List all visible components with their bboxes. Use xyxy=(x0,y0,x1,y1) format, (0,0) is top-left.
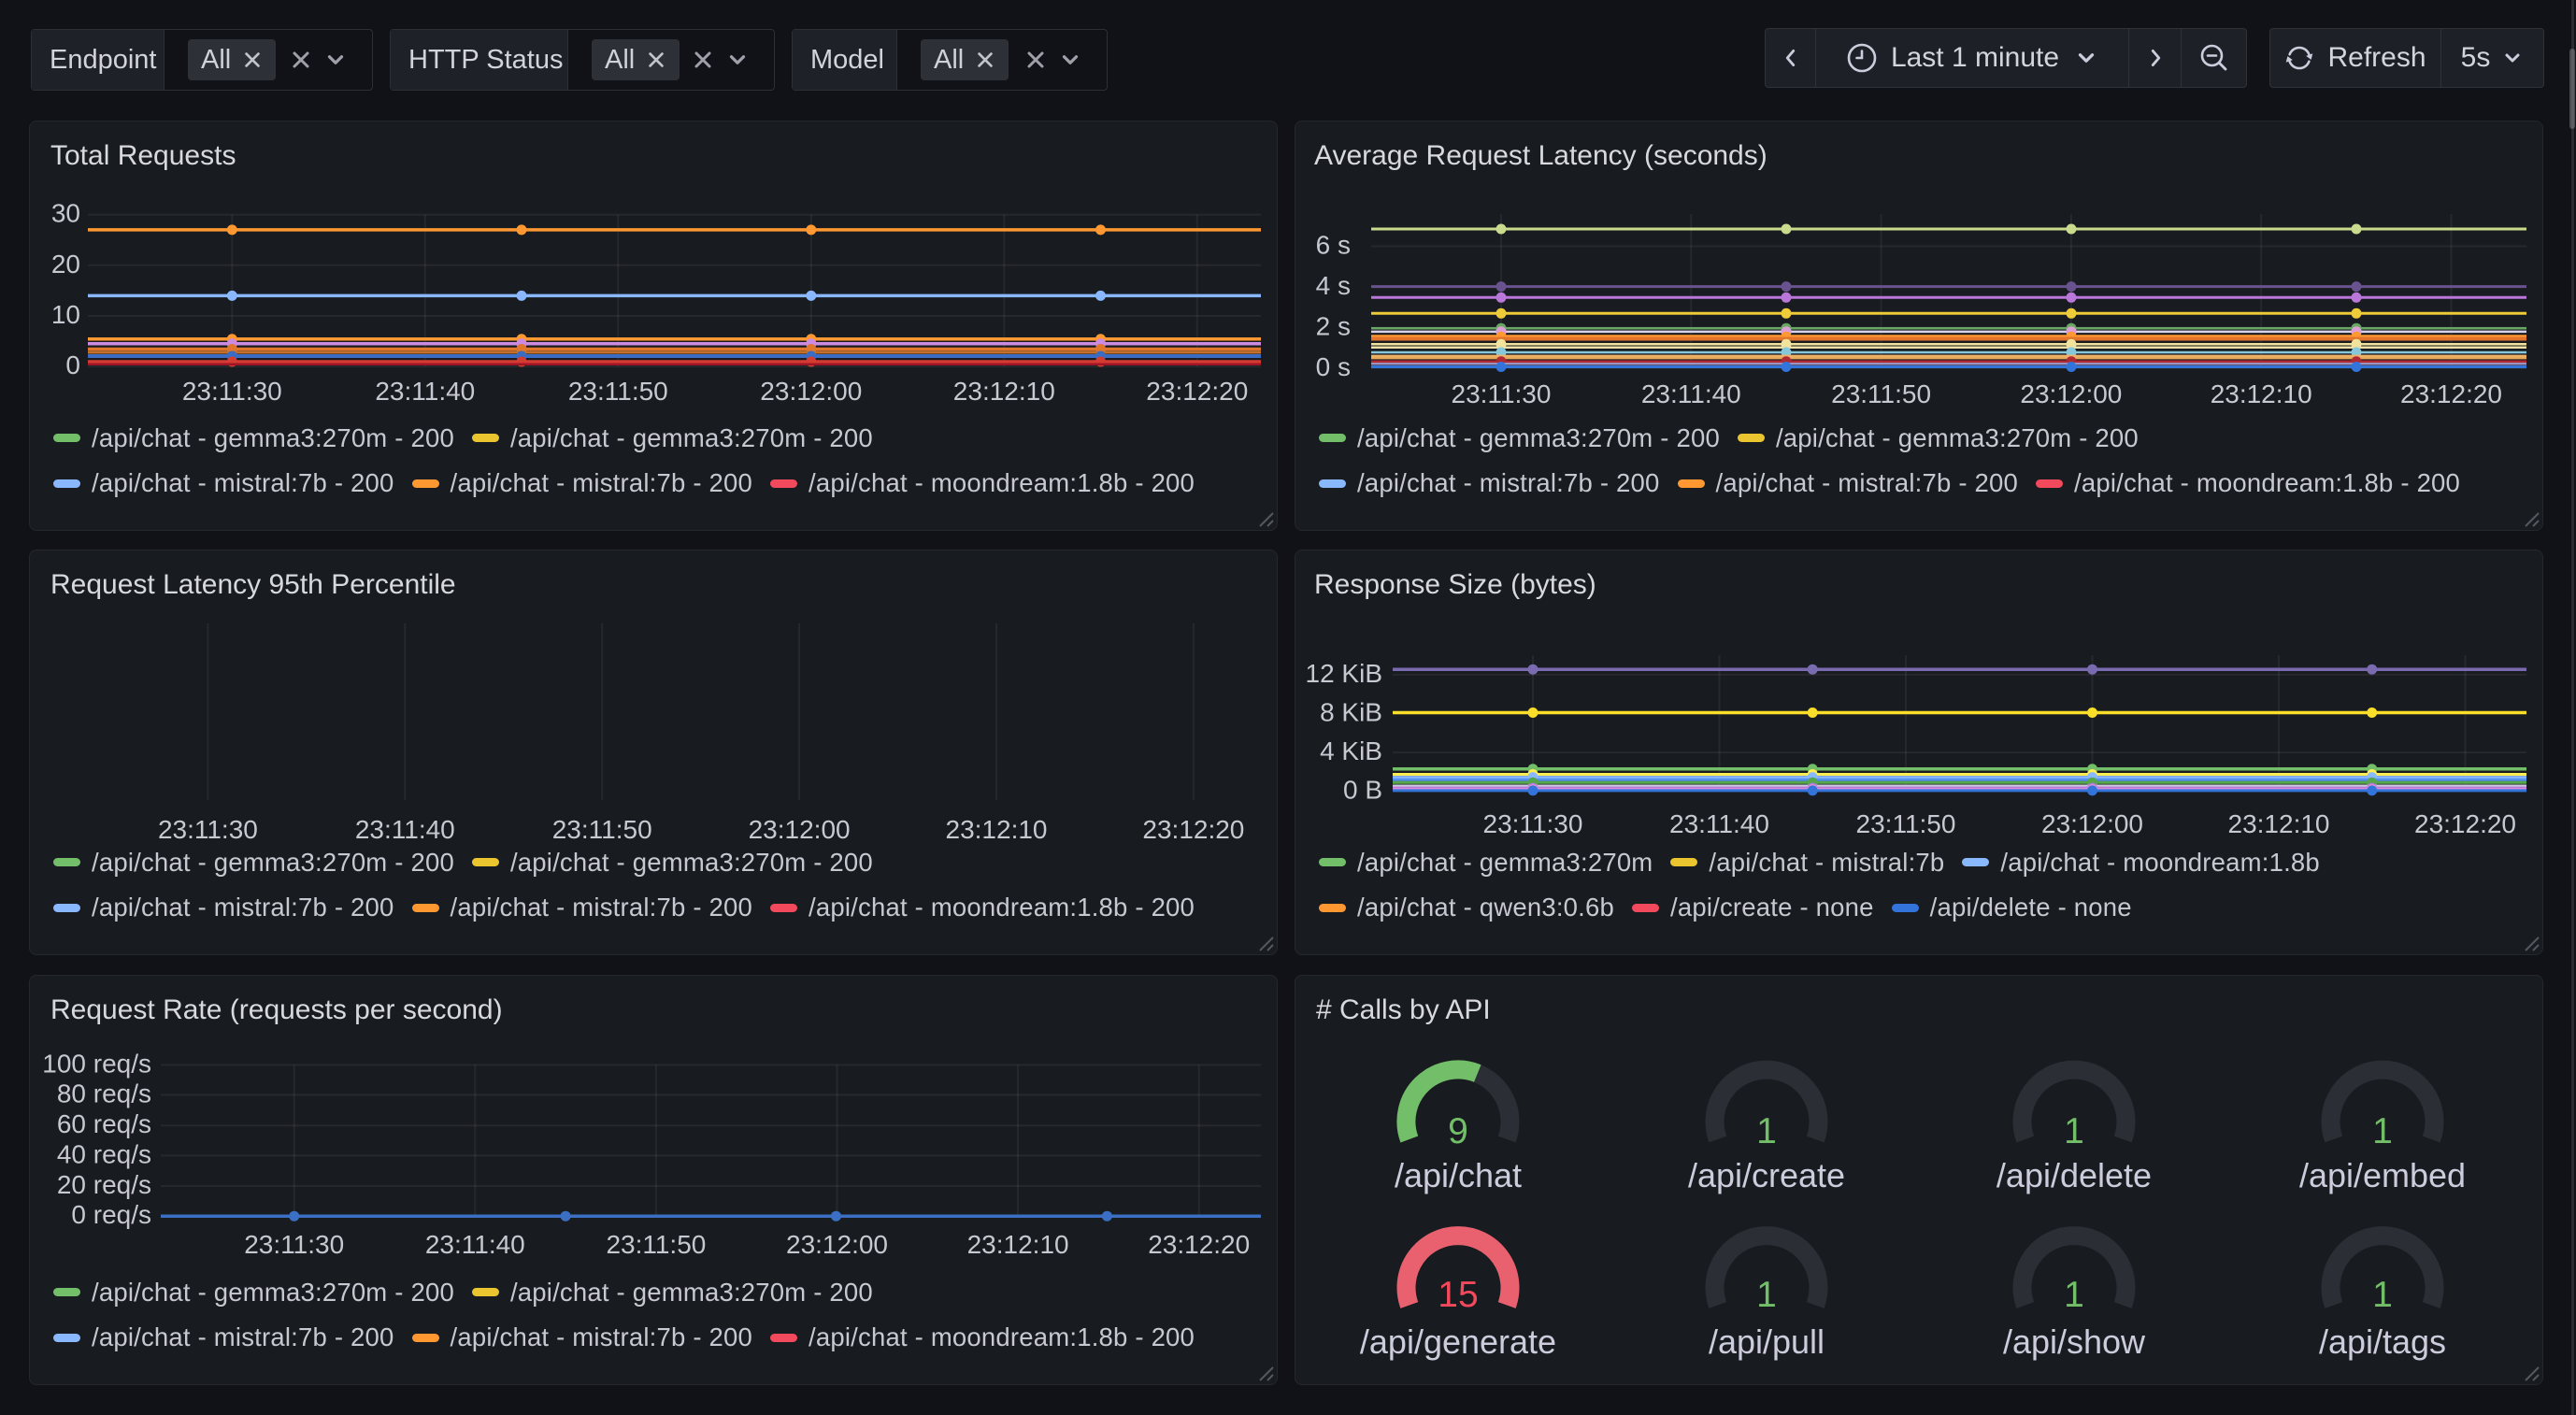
svg-text:/api/delete: /api/delete xyxy=(1996,1156,2152,1194)
svg-text:23:12:20: 23:12:20 xyxy=(1148,1230,1250,1259)
svg-text:0 s: 0 s xyxy=(1316,352,1351,381)
svg-text:15: 15 xyxy=(1438,1275,1478,1315)
svg-text:Request Rate (requests per sec: Request Rate (requests per second) xyxy=(50,994,503,1025)
svg-text:2 s: 2 s xyxy=(1316,312,1351,341)
svg-text:23:11:40: 23:11:40 xyxy=(355,815,455,844)
svg-text:10: 10 xyxy=(51,300,80,329)
svg-text:1: 1 xyxy=(2372,1275,2393,1315)
svg-text:23:11:40: 23:11:40 xyxy=(1669,809,1769,838)
svg-text:23:11:50: 23:11:50 xyxy=(568,377,668,406)
svg-text:20 req/s: 20 req/s xyxy=(57,1170,151,1199)
svg-text:23:12:10: 23:12:10 xyxy=(953,377,1055,406)
svg-text:40 req/s: 40 req/s xyxy=(57,1139,151,1168)
svg-text:23:12:10: 23:12:10 xyxy=(2228,809,2330,838)
svg-text:23:11:30: 23:11:30 xyxy=(1452,379,1552,408)
svg-text:23:11:50: 23:11:50 xyxy=(1831,379,1931,408)
svg-text:30: 30 xyxy=(51,199,80,228)
svg-text:23:12:00: 23:12:00 xyxy=(786,1230,888,1259)
svg-text:23:11:50: 23:11:50 xyxy=(606,1230,706,1259)
svg-text:# Calls by API: # Calls by API xyxy=(1316,994,1491,1025)
svg-text:23:12:20: 23:12:20 xyxy=(2400,379,2502,408)
svg-text:12 KiB: 12 KiB xyxy=(1306,659,1383,688)
svg-text:23:12:00: 23:12:00 xyxy=(760,377,862,406)
svg-text:23:12:10: 23:12:10 xyxy=(946,815,1048,844)
svg-text:/api/chat: /api/chat xyxy=(1395,1156,1522,1194)
svg-text:23:11:40: 23:11:40 xyxy=(425,1230,525,1259)
svg-text:Total Requests: Total Requests xyxy=(50,140,236,171)
svg-text:23:12:00: 23:12:00 xyxy=(2020,379,2122,408)
svg-text:/api/pull: /api/pull xyxy=(1709,1322,1825,1361)
svg-text:23:11:50: 23:11:50 xyxy=(552,815,652,844)
svg-text:100 req/s: 100 req/s xyxy=(42,1049,151,1078)
svg-text:Request Latency 95th Percentil: Request Latency 95th Percentile xyxy=(50,569,456,600)
svg-text:23:12:20: 23:12:20 xyxy=(2414,809,2516,838)
svg-text:1: 1 xyxy=(1756,1275,1777,1315)
svg-text:Response Size (bytes): Response Size (bytes) xyxy=(1314,569,1596,600)
svg-text:23:11:30: 23:11:30 xyxy=(158,815,258,844)
svg-text:9: 9 xyxy=(1448,1111,1468,1151)
svg-text:23:12:20: 23:12:20 xyxy=(1146,377,1248,406)
svg-text:/api/embed: /api/embed xyxy=(2299,1156,2466,1194)
svg-text:Average Request Latency (secon: Average Request Latency (seconds) xyxy=(1314,140,1767,171)
svg-text:6 s: 6 s xyxy=(1316,231,1351,260)
svg-text:23:11:30: 23:11:30 xyxy=(182,377,282,406)
svg-text:60 req/s: 60 req/s xyxy=(57,1109,151,1138)
svg-text:1: 1 xyxy=(2372,1111,2393,1151)
svg-text:1: 1 xyxy=(2064,1275,2084,1315)
svg-text:0 B: 0 B xyxy=(1343,776,1382,805)
svg-text:/api/generate: /api/generate xyxy=(1360,1322,1556,1361)
svg-text:23:12:20: 23:12:20 xyxy=(1142,815,1244,844)
svg-text:1: 1 xyxy=(1756,1111,1777,1151)
svg-text:/api/show: /api/show xyxy=(2003,1322,2146,1361)
svg-text:23:12:10: 23:12:10 xyxy=(967,1230,1069,1259)
svg-text:23:12:00: 23:12:00 xyxy=(749,815,851,844)
svg-text:20: 20 xyxy=(51,250,80,279)
svg-text:80 req/s: 80 req/s xyxy=(57,1079,151,1108)
svg-text:23:11:40: 23:11:40 xyxy=(375,377,475,406)
svg-text:23:12:10: 23:12:10 xyxy=(2211,379,2312,408)
svg-text:23:12:00: 23:12:00 xyxy=(2041,809,2143,838)
svg-text:/api/tags: /api/tags xyxy=(2319,1322,2446,1361)
svg-text:0: 0 xyxy=(65,350,80,379)
svg-text:23:11:40: 23:11:40 xyxy=(1641,379,1741,408)
svg-text:4 s: 4 s xyxy=(1316,271,1351,300)
svg-text:/api/create: /api/create xyxy=(1688,1156,1845,1194)
svg-text:4 KiB: 4 KiB xyxy=(1320,736,1382,765)
svg-text:23:11:30: 23:11:30 xyxy=(1483,809,1583,838)
svg-text:8 KiB: 8 KiB xyxy=(1320,698,1382,727)
svg-text:23:11:30: 23:11:30 xyxy=(244,1230,344,1259)
svg-text:1: 1 xyxy=(2064,1111,2084,1151)
svg-text:0 req/s: 0 req/s xyxy=(71,1200,151,1229)
svg-text:23:11:50: 23:11:50 xyxy=(1856,809,1956,838)
